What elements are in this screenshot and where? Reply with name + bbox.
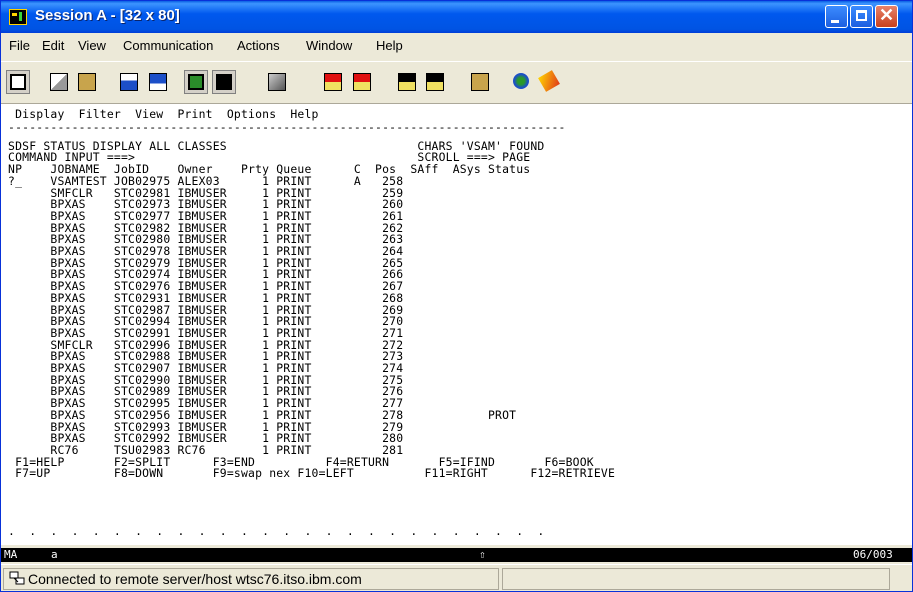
terminal-line: BPXAS STC02982 IBMUSER 1 PRINT 262 [1, 220, 404, 235]
play-macro-icon [398, 73, 416, 91]
terminal-line: BPXAS STC02976 IBMUSER 1 PRINT 267 [1, 279, 404, 294]
menu-help[interactable]: Help [376, 38, 403, 53]
send-file-button[interactable] [117, 70, 141, 94]
terminal-line: SDSF STATUS DISPLAY ALL CLASSES CHARS 'V… [1, 138, 545, 153]
status-bar: Connected to remote server/host wtsc76.i… [1, 564, 912, 591]
menu-view[interactable]: View [78, 38, 106, 53]
display-setup-button[interactable] [184, 70, 208, 94]
terminal-line: BPXAS STC02992 IBMUSER 1 PRINT 280 [1, 431, 404, 446]
toolbar [1, 61, 912, 104]
help-icon [538, 70, 560, 92]
menu-communication[interactable]: Communication [123, 38, 213, 53]
terminal-line: ?_ VSAMTEST JOB02975 ALEX03 1 PRINT A 25… [1, 173, 404, 188]
title-bar[interactable]: Session A - [32 x 80] ✕ [1, 1, 912, 33]
help-button[interactable] [538, 70, 562, 94]
terminal-line: BPXAS STC02989 IBMUSER 1 PRINT 276 [1, 384, 404, 399]
oia-session: a [51, 548, 58, 561]
terminal-line: BPXAS STC02956 IBMUSER 1 PRINT 278 PROT [1, 407, 517, 422]
terminal-line: BPXAS STC02993 IBMUSER 1 PRINT 279 [1, 419, 404, 434]
oia-cursor-position: 06/003 [853, 548, 893, 561]
terminal-line: NP JOBNAME JobID Owner Prty Queue C Pos … [1, 162, 531, 177]
terminal-line: BPXAS STC02977 IBMUSER 1 PRINT 261 [1, 208, 404, 223]
terminal-line: Display Filter View Print Options Help [1, 107, 319, 121]
play-macro-2-icon [426, 73, 444, 91]
terminal-line: BPXAS STC02974 IBMUSER 1 PRINT 266 [1, 267, 404, 282]
oia-mode: MA [4, 548, 18, 561]
copy-icon [50, 73, 68, 91]
connected-icon [8, 570, 26, 586]
terminal-line: BPXAS STC02987 IBMUSER 1 PRINT 269 [1, 302, 404, 317]
maximize-icon [856, 10, 867, 21]
terminal-screen[interactable]: Display Filter View Print Options Help -… [1, 104, 912, 545]
terminal-line: BPXAS STC02978 IBMUSER 1 PRINT 264 [1, 244, 404, 258]
close-button[interactable]: ✕ [875, 5, 898, 28]
record-macro-button[interactable] [321, 70, 345, 94]
copy-button[interactable] [47, 70, 71, 94]
terminal-line: SMFCLR STC02996 IBMUSER 1 PRINT 272 [1, 337, 404, 352]
print-screen-icon [10, 74, 26, 90]
terminal-line: BPXAS STC02988 IBMUSER 1 PRINT 273 [1, 349, 404, 364]
minimize-button[interactable] [825, 5, 848, 28]
clipboard-button[interactable] [468, 70, 492, 94]
status-text: Connected to remote server/host wtsc76.i… [28, 571, 362, 587]
terminal-line: ----------------------------------------… [1, 120, 566, 134]
maximize-button[interactable] [850, 5, 873, 28]
terminal-line: F1=HELP F2=SPLIT F3=END F4=RETURN F5=IFI… [1, 454, 594, 469]
macro-icon [268, 73, 286, 91]
terminal-line: BPXAS STC02980 IBMUSER 1 PRINT 263 [1, 232, 404, 247]
oia-shift-indicator: ⇧ [479, 548, 486, 561]
terminal-line: RC76 TSU02983 RC76 1 PRINT 281 [1, 442, 404, 457]
menu-bar: File Edit View Communication Actions Win… [1, 33, 912, 59]
menu-actions[interactable]: Actions [237, 38, 280, 53]
status-pane-empty [502, 568, 890, 590]
terminal-line: BPXAS STC02907 IBMUSER 1 PRINT 274 [1, 361, 404, 375]
receive-file-button[interactable] [146, 70, 170, 94]
record-macro-icon [324, 73, 342, 91]
play-macro-2-button[interactable] [423, 70, 447, 94]
clipboard-icon [471, 73, 489, 91]
web-button[interactable] [510, 70, 534, 94]
terminal-line: SMFCLR STC02981 IBMUSER 1 PRINT 259 [1, 185, 404, 200]
status-pane-connection: Connected to remote server/host wtsc76.i… [3, 568, 499, 590]
terminal-line: BPXAS STC02973 IBMUSER 1 PRINT 260 [1, 197, 404, 212]
paste-icon [78, 73, 96, 91]
web-icon [513, 73, 529, 89]
terminal-line: BPXAS STC02931 IBMUSER 1 PRINT 268 [1, 290, 404, 305]
display-icon [188, 74, 204, 90]
terminal-line: F7=UP F8=DOWN F9=swap nex F10=LEFT F11=R… [1, 466, 616, 481]
window-title: Session A - [32 x 80] [35, 7, 180, 24]
terminal-line: BPXAS STC02979 IBMUSER 1 PRINT 265 [1, 255, 404, 270]
terminal-line: COMMAND INPUT ===> SCROLL ===> PAGE [1, 150, 531, 165]
close-icon: ✕ [878, 5, 895, 25]
menu-window[interactable]: Window [306, 38, 352, 53]
paste-button[interactable] [75, 70, 99, 94]
minimize-icon [831, 20, 839, 23]
send-icon [120, 73, 138, 91]
play-macro-button[interactable] [395, 70, 419, 94]
stop-macro-button[interactable] [350, 70, 374, 94]
terminal-line: BPXAS STC02995 IBMUSER 1 PRINT 277 [1, 396, 404, 411]
stop-macro-icon [353, 73, 371, 91]
terminal-line: . . . . . . . . . . . . . . . . . . . . … [1, 524, 545, 538]
keypad-icon [216, 74, 232, 90]
macro-button[interactable] [265, 70, 289, 94]
keypad-button[interactable] [212, 70, 236, 94]
menu-edit[interactable]: Edit [42, 38, 64, 53]
receive-icon [149, 73, 167, 91]
terminal-line: BPXAS STC02990 IBMUSER 1 PRINT 275 [1, 372, 404, 387]
terminal-line: BPXAS STC02991 IBMUSER 1 PRINT 271 [1, 325, 404, 340]
print-screen-button[interactable] [6, 70, 30, 94]
menu-file[interactable]: File [9, 38, 30, 53]
app-window: Session A - [32 x 80] ✕ File Edit View C… [0, 0, 913, 592]
terminal-line: BPXAS STC02994 IBMUSER 1 PRINT 270 [1, 314, 404, 329]
pcomm-app-icon[interactable] [9, 9, 27, 25]
operator-info-area: MA a ⇧ 06/003 [1, 548, 912, 562]
